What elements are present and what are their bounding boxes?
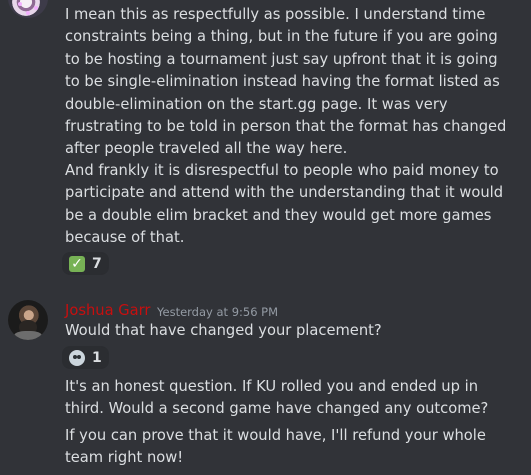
reaction-checkmark[interactable]: ✓ 7: [62, 252, 109, 275]
skull-icon: [69, 349, 85, 366]
message-text: Would that have changed your placement?: [65, 322, 382, 339]
message-timestamp[interactable]: Yesterday at 9:56 PM: [157, 305, 278, 319]
user-avatar[interactable]: [8, 300, 48, 340]
avatar-shirt: [14, 331, 42, 340]
message-text: If you can prove that it would have, I'l…: [65, 427, 491, 467]
checkmark-icon: ✓: [69, 255, 85, 272]
author-name[interactable]: Joshua Garr: [65, 302, 150, 320]
reaction-count: 7: [92, 255, 102, 272]
message-text: I mean this as respectfully as possible.…: [65, 6, 512, 158]
reaction-count: 1: [92, 349, 102, 366]
user-avatar[interactable]: [8, 0, 48, 18]
reaction-skull[interactable]: 1: [62, 346, 109, 369]
message-text: And frankly it is disrespectful to peopl…: [65, 162, 508, 247]
message-text: It's an honest question. If KU rolled yo…: [65, 378, 489, 418]
